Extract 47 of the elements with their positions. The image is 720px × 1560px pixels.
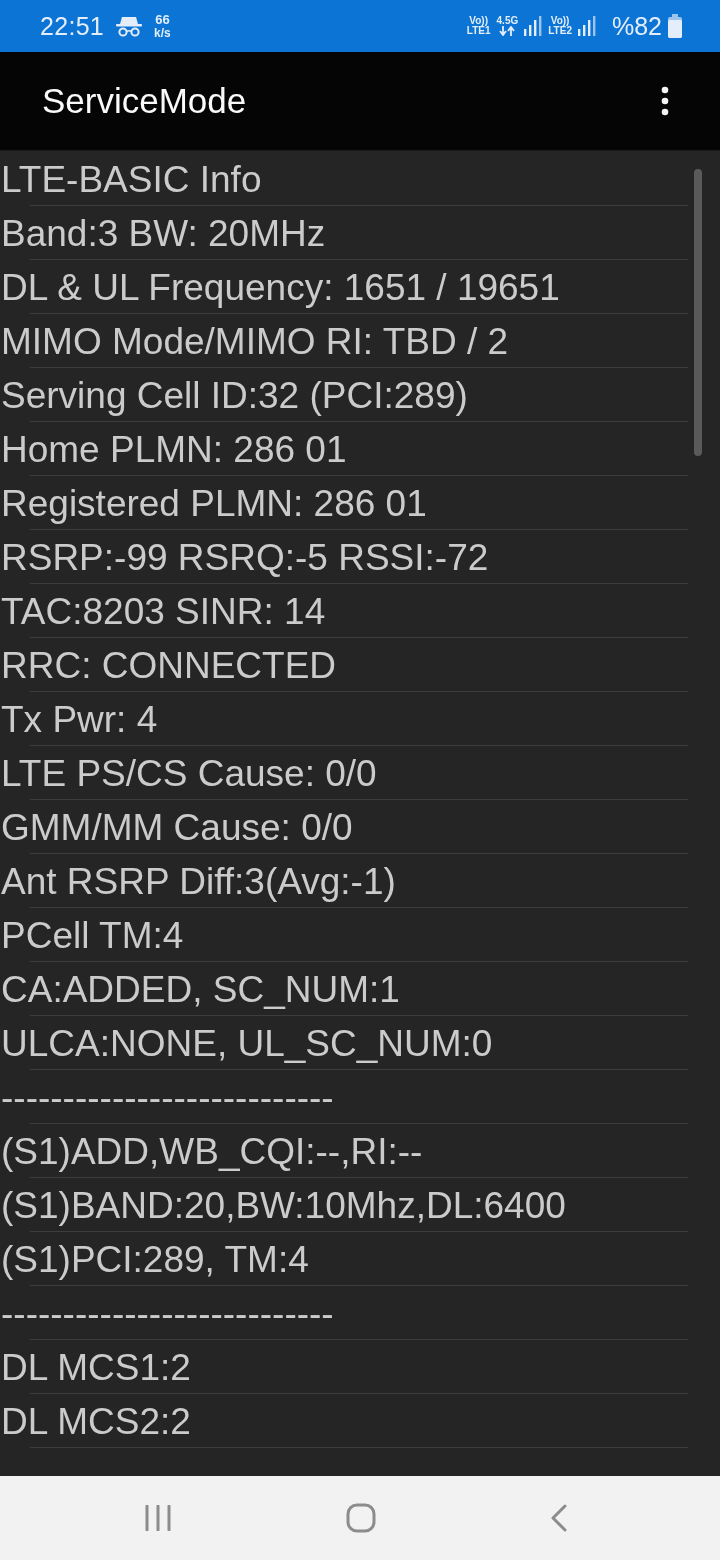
info-line: RRC: CONNECTED — [0, 645, 337, 687]
recent-apps-icon — [145, 1505, 171, 1531]
home-button[interactable] — [345, 1503, 376, 1533]
info-line: Registered PLMN: 286 01 — [0, 483, 427, 525]
info-line: ULCA:NONE, UL_SC_NUM:0 — [0, 1023, 493, 1065]
back-icon — [550, 1504, 568, 1532]
speed-value: 66 — [155, 12, 170, 27]
home-icon — [345, 1503, 376, 1533]
info-line: CA:ADDED, SC_NUM:1 — [0, 969, 400, 1011]
info-line: DL & UL Frequency: 1651 / 19651 — [0, 267, 560, 309]
info-line: Tx Pwr: 4 — [0, 699, 158, 741]
info-line: (S1)PCI:289, TM:4 — [0, 1239, 309, 1281]
speed-unit: k/s — [154, 26, 171, 40]
info-line: (S1)BAND:20,BW:10Mhz,DL:6400 — [0, 1185, 566, 1227]
info-line: TAC:8203 SINR: 14 — [0, 591, 326, 633]
info-line: LTE PS/CS Cause: 0/0 — [0, 753, 377, 795]
sim-label: LTE2 — [548, 26, 572, 37]
back-button[interactable] — [550, 1504, 568, 1532]
sim-label: LTE1 — [466, 26, 491, 37]
network-type: 4.5G — [496, 15, 519, 27]
info-line: LTE-BASIC Info — [0, 159, 262, 201]
data-arrows-icon — [499, 26, 516, 37]
app-title: ServiceMode — [42, 81, 247, 121]
more-vertical-icon — [660, 86, 670, 116]
signal-icon — [524, 16, 543, 36]
more-options-button[interactable] — [660, 86, 670, 116]
info-line: MIMO Mode/MIMO RI: TBD / 2 — [0, 321, 509, 363]
info-line: (S1)ADD,WB_CQI:--,RI:-- — [0, 1131, 423, 1173]
info-line: GMM/MM Cause: 0/0 — [0, 807, 353, 849]
info-line: Serving Cell ID:32 (PCI:289) — [0, 375, 468, 417]
info-line: PCell TM:4 — [0, 915, 184, 957]
recent-apps-button[interactable] — [145, 1505, 171, 1531]
info-line: DL MCS1:2 — [0, 1347, 191, 1389]
info-line: Band:3 BW: 20MHz — [0, 213, 326, 255]
info-line: Ant RSRP Diff:3(Avg:-1) — [0, 861, 396, 903]
battery-icon — [668, 14, 682, 38]
info-line: Home PLMN: 286 01 — [0, 429, 347, 471]
info-line: --------------------------- — [0, 1293, 334, 1335]
status-time: 22:51 — [40, 11, 105, 41]
volte-label: Vo)) — [469, 15, 489, 26]
signal-icon — [577, 16, 596, 36]
volte-label: Vo)) — [550, 15, 570, 26]
incognito-icon — [116, 15, 143, 37]
info-line: RSRP:-99 RSRQ:-5 RSSI:-72 — [0, 537, 489, 579]
battery-percent: %82 — [611, 11, 662, 41]
info-line: --------------------------- — [0, 1077, 334, 1119]
info-line: DL MCS2:2 — [0, 1401, 191, 1443]
